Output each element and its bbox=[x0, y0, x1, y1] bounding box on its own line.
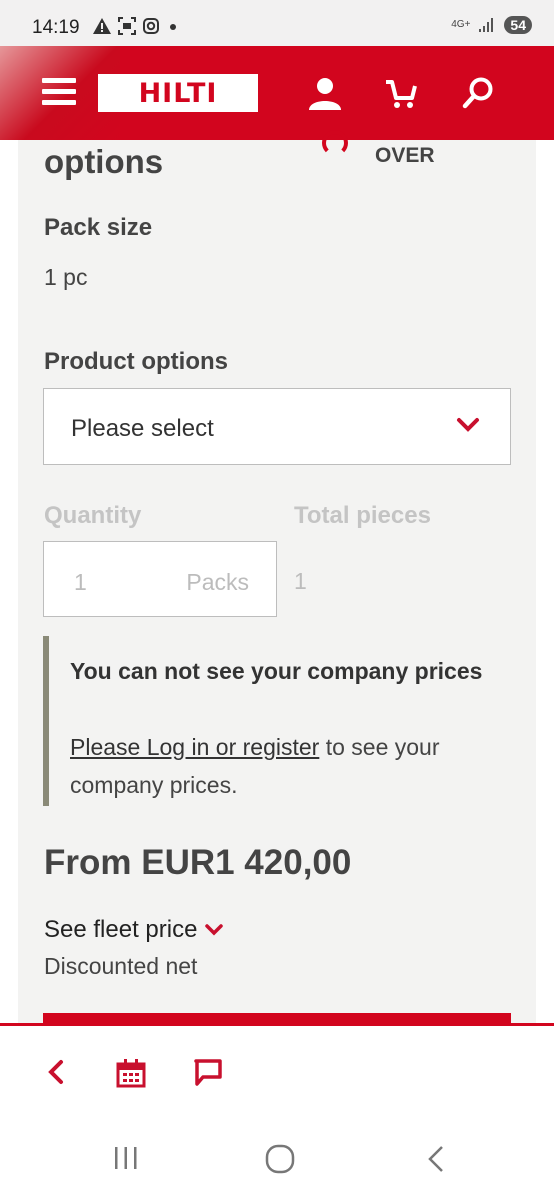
menu-button[interactable] bbox=[42, 78, 76, 106]
status-time: 14:19 bbox=[32, 17, 80, 38]
badge-text: OVER bbox=[375, 144, 435, 167]
battery-indicator: 54 bbox=[504, 16, 532, 34]
quantity-unit: Packs bbox=[186, 569, 249, 595]
total-pieces-value: 1 bbox=[294, 568, 307, 594]
site-header: HILTI bbox=[0, 46, 554, 140]
scan-icon bbox=[118, 17, 136, 35]
network-label: 4G+ bbox=[451, 19, 471, 30]
search-icon[interactable] bbox=[462, 76, 496, 110]
calendar-icon[interactable] bbox=[116, 1058, 146, 1088]
signal-icon bbox=[479, 18, 494, 32]
select-placeholder: Please select bbox=[71, 415, 214, 442]
product-options-label: Product options bbox=[44, 348, 228, 375]
back-icon[interactable] bbox=[424, 1144, 448, 1174]
notice-body: Please Log in or register to see your co… bbox=[70, 728, 490, 804]
status-bar: 14:19 4G+ 54 bbox=[0, 0, 554, 46]
warning-icon bbox=[93, 18, 111, 34]
recent-apps-icon[interactable] bbox=[112, 1144, 140, 1172]
chevron-down-icon bbox=[457, 418, 479, 432]
notification-icons bbox=[92, 17, 180, 35]
cart-icon[interactable] bbox=[384, 76, 418, 110]
fleet-price-label: See fleet price bbox=[44, 916, 198, 943]
chat-icon[interactable] bbox=[193, 1058, 223, 1088]
price-notice: You can not see your company prices Plea… bbox=[43, 636, 513, 806]
logo-text: HILTI bbox=[138, 77, 218, 109]
quantity-value: 1 bbox=[74, 569, 87, 595]
status-right: 4G+ 54 bbox=[451, 16, 532, 34]
quantity-input[interactable]: 1 Packs bbox=[43, 541, 277, 617]
total-pieces-label: Total pieces bbox=[294, 502, 431, 529]
login-register-link[interactable]: Please Log in or register bbox=[70, 734, 319, 760]
home-icon[interactable] bbox=[264, 1144, 296, 1174]
instagram-icon bbox=[143, 18, 159, 34]
fleet-price-toggle[interactable]: See fleet price bbox=[44, 916, 224, 944]
pack-size-value: 1 pc bbox=[44, 264, 88, 290]
chevron-down-icon bbox=[205, 924, 224, 936]
pack-size-label: Pack size bbox=[44, 214, 153, 241]
notice-title: You can not see your company prices bbox=[70, 658, 483, 684]
quantity-label: Quantity bbox=[44, 502, 142, 529]
product-options-select[interactable]: Please select bbox=[43, 388, 511, 465]
bottom-toolbar bbox=[0, 1023, 554, 1118]
dot-icon bbox=[170, 24, 176, 30]
system-navigation bbox=[0, 1118, 554, 1200]
hilti-logo[interactable]: HILTI bbox=[98, 74, 258, 112]
product-price: From EUR1 420,00 bbox=[44, 843, 352, 882]
user-icon[interactable] bbox=[306, 76, 344, 112]
back-arrow-icon[interactable] bbox=[44, 1058, 68, 1086]
discounted-net-label: Discounted net bbox=[44, 953, 198, 979]
badge-circle-icon bbox=[322, 130, 348, 156]
section-title: options bbox=[44, 143, 164, 180]
